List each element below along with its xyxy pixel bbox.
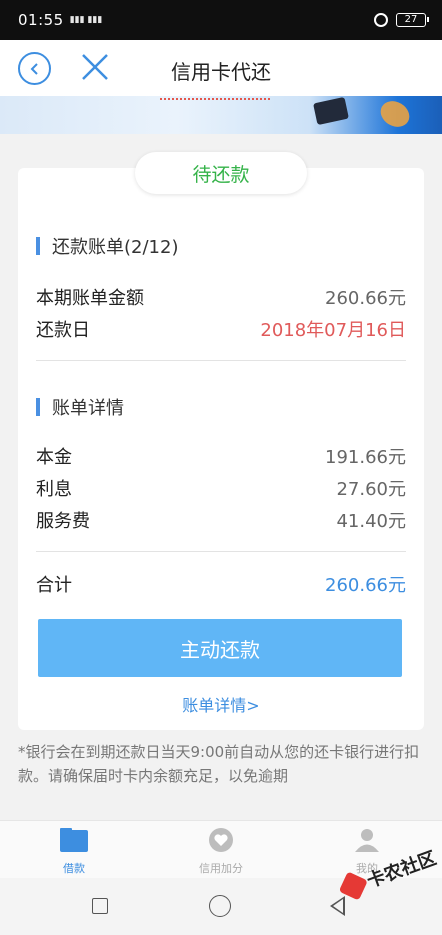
due-date-row: 还款日 2018年07月16日	[36, 316, 406, 342]
row-value: 260.66元	[325, 575, 406, 596]
row-label: 本期账单金额	[36, 288, 144, 309]
divider	[36, 360, 406, 361]
status-bar: 01:55 ▮▮▮ ▮▮▮ 27	[0, 0, 442, 40]
credit-card-icon	[313, 96, 349, 126]
row-value: 41.40元	[336, 511, 406, 532]
home-button[interactable]	[209, 895, 231, 917]
row-label: 本金	[36, 447, 72, 468]
battery-level: 27	[404, 14, 418, 25]
row-value: 191.66元	[325, 447, 406, 468]
tab-label: 借款	[63, 862, 85, 875]
footnote: *银行会在到期还款日当天9:00前自动从您的还卡银行进行扣款。请确保届时卡内余额…	[18, 743, 420, 785]
repay-button[interactable]: 主动还款	[38, 619, 402, 677]
row-label: 服务费	[36, 511, 90, 532]
promo-banner[interactable]	[0, 96, 442, 134]
section-bill: 还款账单(2/12)	[36, 233, 178, 259]
principal-row: 本金 191.66元	[36, 443, 406, 469]
battery-icon: 27	[396, 13, 429, 27]
row-label: 还款日	[36, 320, 90, 341]
divider	[36, 551, 406, 552]
fee-row: 服务费 41.40元	[36, 507, 406, 533]
signal-icon: ▮▮▮ ▮▮▮	[69, 15, 103, 25]
lock-icon	[374, 13, 388, 27]
bill-amount-row: 本期账单金额 260.66元	[36, 284, 406, 310]
status-badge: 待还款	[135, 152, 307, 194]
row-label: 合计	[36, 575, 72, 596]
section-title: 账单详情	[52, 398, 124, 419]
section-title: 还款账单(2/12)	[52, 237, 179, 258]
system-back-button[interactable]	[330, 896, 345, 916]
row-value: 260.66元	[325, 288, 406, 309]
recents-button[interactable]	[92, 898, 108, 914]
section-details: 账单详情	[36, 394, 124, 420]
section-marker	[36, 237, 40, 255]
bill-detail-link[interactable]: 账单详情>	[0, 692, 442, 716]
banner-decoration	[376, 96, 414, 132]
user-icon	[355, 829, 379, 852]
row-label: 利息	[36, 479, 72, 500]
page-title: 信用卡代还	[171, 60, 271, 84]
folder-icon	[60, 828, 88, 852]
total-row: 合计 260.66元	[36, 571, 406, 597]
interest-row: 利息 27.60元	[36, 475, 406, 501]
nav-bar: 信用卡代还	[0, 40, 442, 96]
tab-loan[interactable]: 借款	[34, 827, 114, 876]
row-value: 2018年07月16日	[260, 320, 406, 341]
heart-icon	[209, 828, 233, 852]
tab-credit-bonus[interactable]: 信用加分	[181, 827, 261, 876]
tab-label: 信用加分	[199, 862, 243, 875]
row-value: 27.60元	[336, 479, 406, 500]
status-time: 01:55	[18, 11, 64, 29]
banner-decoration	[160, 96, 270, 100]
section-marker	[36, 398, 40, 416]
